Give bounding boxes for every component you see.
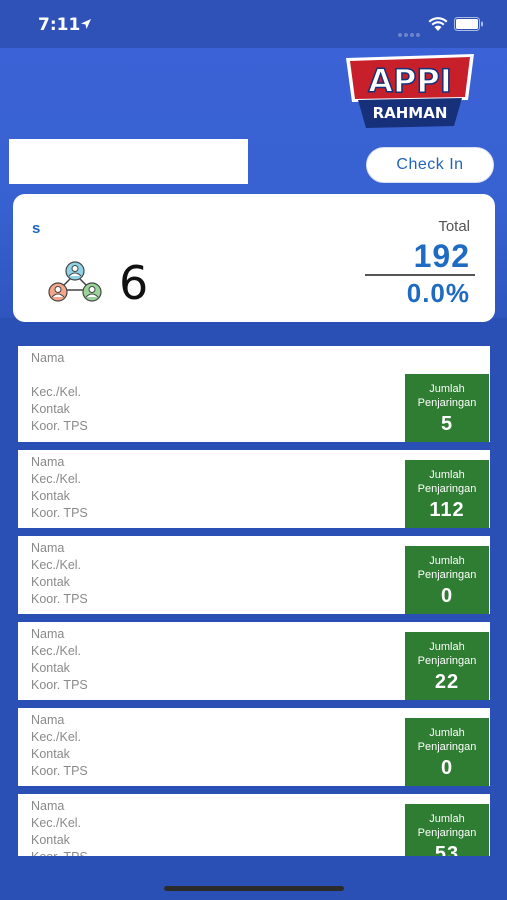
jumlah-penjaringan-badge: Jumlah Penjaringan 0 bbox=[405, 546, 489, 614]
field-nama-label: Nama bbox=[31, 799, 65, 813]
logo-text-appi: APPI bbox=[368, 62, 452, 100]
field-kec-kel-label: Kec./Kel. bbox=[31, 644, 82, 658]
badge-value: 112 bbox=[429, 499, 465, 521]
badge-label-jumlah: Jumlah bbox=[429, 641, 465, 653]
member-list[interactable]: Nama Kec./Kel. Kontak Koor. TPS Jumlah P… bbox=[0, 346, 507, 856]
appi-rahman-logo: APPI RAHMAN bbox=[346, 54, 474, 128]
field-nama-label: Nama bbox=[31, 351, 65, 365]
field-kontak-label: Kontak bbox=[31, 402, 70, 416]
total-percent: 0.0% bbox=[406, 278, 470, 308]
member-card[interactable]: Nama Kec./Kel. Kontak Koor. TPS Jumlah P… bbox=[18, 536, 490, 614]
total-value: 192 bbox=[413, 238, 470, 274]
badge-value: 53 bbox=[434, 843, 460, 856]
badge-value: 22 bbox=[434, 671, 460, 693]
home-indicator[interactable] bbox=[164, 886, 344, 891]
jumlah-penjaringan-badge: Jumlah Penjaringan 5 bbox=[405, 374, 489, 442]
badge-label-jumlah: Jumlah bbox=[429, 383, 465, 395]
badge-value: 0 bbox=[440, 757, 454, 779]
badge-label-jumlah: Jumlah bbox=[429, 555, 465, 567]
location-arrow-icon bbox=[81, 19, 91, 29]
badge-label-penjaringan: Penjaringan bbox=[417, 483, 477, 495]
status-bar: 7:11 bbox=[0, 0, 507, 48]
member-card[interactable]: Nama Kec./Kel. Kontak Koor. TPS Jumlah P… bbox=[18, 450, 490, 528]
badge-label-jumlah: Jumlah bbox=[429, 469, 465, 481]
badge-value: 0 bbox=[440, 585, 454, 607]
summary-label: s bbox=[32, 220, 41, 237]
field-nama-label: Nama bbox=[31, 455, 65, 469]
field-kec-kel-label: Kec./Kel. bbox=[31, 816, 82, 830]
member-card[interactable]: Nama Kec./Kel. Kontak Koor. TPS Jumlah P… bbox=[18, 346, 490, 442]
member-card[interactable]: Nama Kec./Kel. Kontak Koor. TPS Jumlah P… bbox=[18, 622, 490, 700]
badge-label-penjaringan: Penjaringan bbox=[417, 569, 477, 581]
total-divider bbox=[365, 274, 475, 276]
status-time: 7:11 bbox=[38, 15, 81, 35]
field-kontak-label: Kontak bbox=[31, 747, 70, 761]
logo-text-rahman: RAHMAN bbox=[373, 104, 448, 122]
field-kec-kel-label: Kec./Kel. bbox=[31, 472, 82, 486]
field-kec-kel-label: Kec./Kel. bbox=[31, 730, 82, 744]
field-koor-tps-label: Koor. TPS bbox=[31, 506, 88, 520]
badge-label-jumlah: Jumlah bbox=[429, 727, 465, 739]
field-kontak-label: Kontak bbox=[31, 661, 70, 675]
name-display-box bbox=[9, 139, 248, 184]
network-count: 6 bbox=[119, 256, 149, 310]
check-in-button[interactable]: Check In bbox=[366, 147, 494, 183]
badge-label-penjaringan: Penjaringan bbox=[417, 741, 477, 753]
jumlah-penjaringan-badge: Jumlah Penjaringan 22 bbox=[405, 632, 489, 700]
field-kec-kel-label: Kec./Kel. bbox=[31, 558, 82, 572]
signal-dots-icon bbox=[398, 24, 422, 42]
field-kontak-label: Kontak bbox=[31, 575, 70, 589]
wifi-icon bbox=[428, 17, 448, 31]
field-kec-kel-label: Kec./Kel. bbox=[31, 385, 82, 399]
battery-icon bbox=[454, 17, 483, 31]
jumlah-penjaringan-badge: Jumlah Penjaringan 112 bbox=[405, 460, 489, 528]
field-koor-tps-label: Koor. TPS bbox=[31, 592, 88, 606]
field-koor-tps-label: Koor. TPS bbox=[31, 419, 88, 433]
jumlah-penjaringan-badge: Jumlah Penjaringan 53 bbox=[405, 804, 489, 856]
badge-label-penjaringan: Penjaringan bbox=[417, 827, 477, 839]
summary-card: s 6 Total 192 0.0% bbox=[13, 194, 495, 322]
member-card[interactable]: Nama Kec./Kel. Kontak Koor. TPS Jumlah P… bbox=[18, 794, 490, 856]
member-card[interactable]: Nama Kec./Kel. Kontak Koor. TPS Jumlah P… bbox=[18, 708, 490, 786]
badge-label-jumlah: Jumlah bbox=[429, 813, 465, 825]
field-kontak-label: Kontak bbox=[31, 833, 70, 847]
total-label: Total bbox=[438, 218, 470, 235]
field-kontak-label: Kontak bbox=[31, 489, 70, 503]
field-koor-tps-label: Koor. TPS bbox=[31, 764, 88, 778]
bottom-safe-area bbox=[0, 856, 507, 900]
jumlah-penjaringan-badge: Jumlah Penjaringan 0 bbox=[405, 718, 489, 786]
badge-label-penjaringan: Penjaringan bbox=[417, 397, 477, 409]
network-people-icon bbox=[48, 261, 102, 302]
badge-label-penjaringan: Penjaringan bbox=[417, 655, 477, 667]
field-nama-label: Nama bbox=[31, 627, 65, 641]
field-nama-label: Nama bbox=[31, 541, 65, 555]
field-koor-tps-label: Koor. TPS bbox=[31, 678, 88, 692]
badge-value: 5 bbox=[440, 413, 454, 435]
field-nama-label: Nama bbox=[31, 713, 65, 727]
